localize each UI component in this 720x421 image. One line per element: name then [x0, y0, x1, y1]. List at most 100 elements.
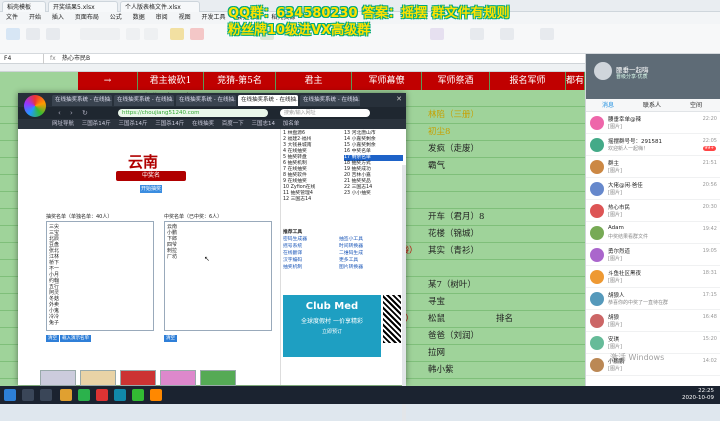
tool-link[interactable]: 二维码生成 [339, 250, 395, 257]
sheet-cell[interactable]: 发疯（走废） [428, 141, 479, 157]
sheet-cell[interactable]: 初尘8 [428, 124, 450, 140]
app-icon[interactable] [150, 389, 162, 401]
bookmark-1[interactable]: 网址导航 [52, 121, 74, 127]
chat-item[interactable]: 腰垂幸单@辣 [图片] 22:20 [586, 113, 720, 134]
window-thumbnail[interactable] [160, 370, 196, 386]
start-lottery-button[interactable]: 开始抽奖 [140, 185, 162, 193]
reload-icon[interactable]: ↻ [82, 109, 88, 117]
bookmark-7[interactable]: 三国志14 [252, 121, 276, 127]
import-demo-button[interactable]: 载入演示名单 [60, 335, 91, 342]
cut-icon[interactable] [26, 28, 40, 40]
scrollbar[interactable] [402, 165, 406, 421]
advertisement[interactable]: Club Med 全球度假村 一价享精彩 立即预订 [283, 295, 381, 357]
wechat-icon[interactable] [132, 389, 144, 401]
tab-template[interactable]: 稻壳模板 [2, 1, 46, 12]
sheet-cell[interactable]: 其实（青衫） [428, 243, 479, 259]
bookmark-4[interactable]: 三国杀14斤 [155, 121, 184, 127]
sheet-cell[interactable]: 拉网 [428, 345, 445, 361]
font-color-icon[interactable] [190, 28, 204, 40]
search-icon[interactable] [22, 389, 34, 401]
tool-link[interactable]: 汉字编码 [283, 257, 339, 264]
bookmark-3[interactable]: 三国杀14斤 [119, 121, 148, 127]
chat-item[interactable]: 大佬@闲·爸佳 [图片] 20:56 [586, 179, 720, 200]
wps-icon[interactable] [96, 389, 108, 401]
chat-item[interactable]: 胡狼 [图片] 16:48 [586, 311, 720, 332]
sheet-cell[interactable]: 韩小紫 [428, 362, 454, 378]
sheet-cell[interactable]: 松鼠 [428, 311, 445, 327]
clear-winners-button[interactable]: 清空 [164, 335, 177, 342]
menu-formula[interactable]: 公式 [110, 14, 122, 21]
font-select[interactable] [80, 28, 120, 40]
tab-personal-sheet[interactable]: 个人版表格文件.xlsx [120, 1, 200, 12]
menu-review[interactable]: 审阅 [156, 14, 168, 21]
sheet-cell[interactable]: 寻宝 [428, 294, 445, 310]
candidate-item[interactable]: 兔子 [49, 320, 151, 326]
tool-link[interactable]: 时间转换器 [339, 243, 395, 250]
window-thumbnail[interactable] [40, 370, 76, 386]
sheet-cell[interactable]: 爸爸（刘润） [428, 328, 479, 344]
task-view-icon[interactable] [40, 389, 52, 401]
menu-insert[interactable]: 插入 [52, 14, 64, 21]
menu-dev[interactable]: 开发工具 [202, 14, 226, 21]
italic-icon[interactable] [144, 28, 158, 40]
window-thumbnail[interactable] [200, 370, 236, 386]
tool-link[interactable]: 更多工具 [339, 257, 395, 264]
close-icon[interactable]: ✕ [396, 95, 402, 103]
tool-link[interactable]: 图片转换器 [339, 264, 395, 271]
url-input[interactable]: https://choujiang51240.com [118, 109, 268, 117]
chat-item[interactable]: 摇摆群号号：291581 欢迎新人一起嗨！ 22:05 99+ [586, 135, 720, 156]
search-input[interactable]: 搜索/输入网址 [280, 109, 370, 117]
menu-data[interactable]: 数据 [133, 14, 145, 21]
province-item[interactable]: 12 三国志14 [283, 197, 342, 203]
fx-icon[interactable]: fx [50, 54, 56, 64]
clear-candidates-button[interactable]: 清空 [46, 335, 59, 342]
bookmark-8[interactable]: 加名单 [283, 121, 300, 127]
browser-tab-5[interactable]: 在线抽奖系统 - 在线抽... [300, 95, 360, 106]
province-item[interactable]: 23 小小抽奖 [344, 191, 403, 197]
tool-link[interactable]: 密码生成器 [283, 236, 339, 243]
qq-icon[interactable] [114, 389, 126, 401]
chat-item[interactable]: 勇尔烈道 [图片] 19:05 [586, 245, 720, 266]
tool-link[interactable]: 在线翻译 [283, 250, 339, 257]
browser-tab-2[interactable]: 在线抽奖系统 - 在线抽... [114, 95, 174, 106]
chat-item[interactable]: 安琪 [图片] 15:20 [586, 333, 720, 354]
window-thumbnail[interactable] [80, 370, 116, 386]
tab-contacts[interactable]: 联系人 [630, 99, 674, 112]
conditional-format-icon[interactable] [430, 28, 444, 40]
paste-icon[interactable] [6, 28, 20, 40]
tool-link[interactable]: 摇号系统 [283, 243, 339, 250]
sheet-cell[interactable]: 某7（树叶） [428, 277, 476, 293]
menu-home[interactable]: 开始 [29, 14, 41, 21]
menu-layout[interactable]: 页面布局 [75, 14, 99, 21]
sheet-cell[interactable]: 林陷（三册） [428, 107, 479, 123]
candidates-list[interactable]: 三尖 三宝 北辰 豆盘 张北 江林 桥下 不一 小月 约翰 五行 阿灵 冬菇 外卖 小鬼 冷冷 兔子 [46, 221, 154, 331]
bookmark-6[interactable]: 百度一下 [222, 121, 244, 127]
province-list[interactable]: 1 林盘源6 2 福建2·福州 3 大钱县城南 4 在线抽奖 5 抽奖转盘 6 抽奖机制 7… [283, 131, 403, 225]
chat-item[interactable]: Adam 中奖结果看群文件 19:42 [586, 223, 720, 244]
sheet-cell[interactable]: 花楼（锦城） [428, 226, 479, 242]
bold-icon[interactable] [126, 28, 140, 40]
sheet-cell[interactable]: 开车（君月）8 [428, 209, 484, 225]
chat-item[interactable]: 斗鱼社区黑夜 [图片] 18:31 [586, 267, 720, 288]
tab-messages[interactable]: 消息 [586, 99, 630, 112]
menu-file[interactable]: 文件 [6, 14, 18, 21]
chat-item[interactable]: 胡狼人 恭喜你的中奖了一直待在群 17:15 [586, 289, 720, 310]
filter-icon[interactable] [500, 28, 514, 40]
browser-logo-icon[interactable] [24, 95, 46, 117]
window-thumbnail[interactable] [120, 370, 156, 386]
winners-list[interactable]: 云南 小鹏 下郎 四爷 刺拉 厂坊 [164, 221, 272, 331]
bookmark-2[interactable]: 三国杀14斤 [82, 121, 111, 127]
browser-tab-3[interactable]: 在线抽奖系统 - 在线抽... [176, 95, 236, 106]
browser-icon[interactable] [78, 389, 90, 401]
browser-tab-active[interactable]: 在线抽奖系统 - 在线抽... [238, 95, 298, 106]
sheet-cell[interactable]: 霸气 [428, 158, 445, 174]
fill-color-icon[interactable] [170, 28, 184, 40]
chat-item[interactable]: 热心市民 [图片] 20:30 [586, 201, 720, 222]
tool-link[interactable]: 抽签小工具 [339, 236, 395, 243]
folder-icon[interactable] [60, 389, 72, 401]
menu-view[interactable]: 视图 [179, 14, 191, 21]
tab-results-file[interactable]: 开奖结果5.xlsx [48, 1, 118, 12]
sort-icon[interactable] [470, 28, 484, 40]
forward-icon[interactable]: › [70, 109, 73, 117]
start-icon[interactable] [4, 389, 16, 401]
